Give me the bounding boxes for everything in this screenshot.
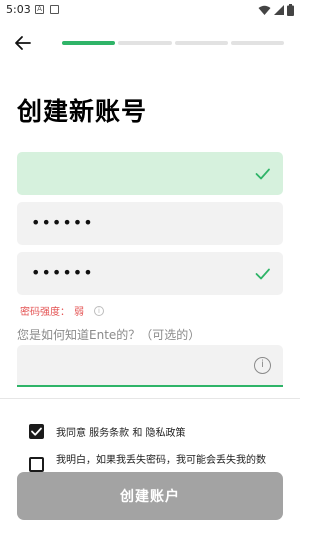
battery-icon <box>287 4 294 16</box>
progress-step-3 <box>174 41 228 45</box>
password-field[interactable]: •••••• <box>17 202 283 245</box>
confirm-password-field[interactable]: •••••• <box>17 252 283 295</box>
progress-step-1 <box>62 41 116 45</box>
create-account-button[interactable]: 创建账户 <box>17 472 283 520</box>
source-input[interactable]: i <box>17 345 283 387</box>
terms-label: 我同意 服务条款 和 隐私政策 <box>56 428 186 439</box>
strength-label: 密码强度： <box>20 307 70 318</box>
progress-indicator <box>62 41 284 45</box>
progress-step-2 <box>118 41 172 45</box>
source-label: 您是如何知道Ente的？（可选的） <box>17 328 201 342</box>
check-icon <box>255 268 270 280</box>
password-value: •••••• <box>31 213 94 232</box>
strength-value: 弱 <box>74 307 84 318</box>
confirm-password-value: •••••• <box>31 263 94 282</box>
email-field[interactable] <box>17 152 283 195</box>
terms-row[interactable]: 我同意 服务条款 和 隐私政策 <box>29 424 186 439</box>
warning-checkbox[interactable] <box>29 457 44 472</box>
password-strength: 密码强度： 弱 i <box>20 303 104 318</box>
progress-step-4 <box>230 41 284 45</box>
divider <box>0 398 300 399</box>
info-icon[interactable]: i <box>94 305 104 316</box>
wifi-icon <box>258 5 271 15</box>
page-title: 创建新账号 <box>17 97 148 126</box>
info-icon[interactable]: i <box>254 357 271 374</box>
status-icons <box>258 4 294 16</box>
notification-a-icon: A <box>35 5 44 14</box>
status-time: 5:03 <box>6 3 31 16</box>
warning-row[interactable]: 我明白，如果我丢失密码，我可能会丢失我的数 <box>29 455 266 472</box>
check-icon <box>255 168 270 180</box>
terms-checkbox[interactable] <box>29 424 44 439</box>
checkmark-icon <box>31 427 42 436</box>
warning-label: 我明白，如果我丢失密码，我可能会丢失我的数 <box>56 455 266 466</box>
notification-box-icon <box>50 5 59 14</box>
back-button[interactable] <box>12 32 34 54</box>
status-bar: 5:03 A <box>0 0 300 22</box>
arrow-left-icon <box>15 36 31 50</box>
cellular-signal-icon <box>274 4 284 15</box>
